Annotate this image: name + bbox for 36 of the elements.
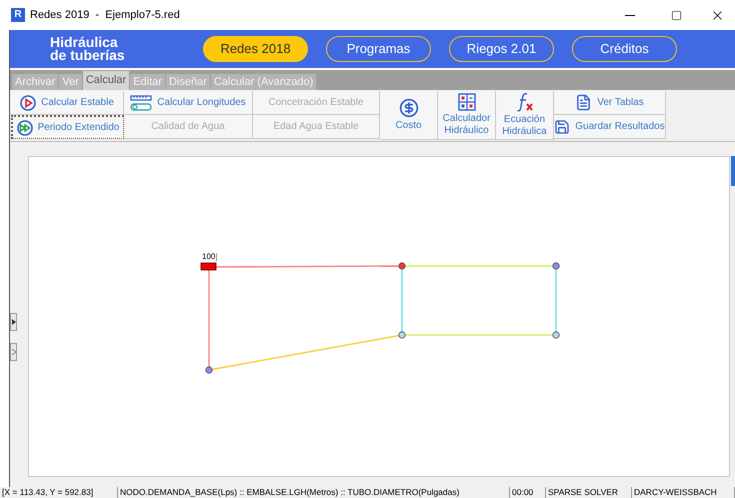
status-field: NODO.DEMANDA_BASE(Lps) :: EMBALSE.LGH(Metros) :: TUBO.DIAMETRO(Pulgadas)	[118, 487, 510, 498]
chevron-right-icon	[12, 319, 16, 325]
calculator-icon	[458, 93, 476, 111]
document-icon	[575, 94, 592, 111]
status-field: SPARSE SOLVER	[546, 487, 632, 498]
nav-button[interactable]: Redes 2018	[203, 36, 308, 62]
save-icon	[554, 118, 570, 134]
chevron-right-icon	[12, 349, 16, 355]
status-field: 00:00	[510, 487, 546, 498]
dollar-icon	[398, 98, 418, 118]
app-logo: R	[11, 8, 25, 22]
ribbon-button[interactable]: Guardar Resultados	[554, 115, 666, 139]
expand-handle[interactable]	[10, 343, 17, 361]
ribbon-button[interactable]: Calcular Longitudes	[124, 91, 253, 115]
maximize-icon	[670, 10, 682, 20]
ribbon-button[interactable]: Ecuación Hidráulica	[496, 91, 554, 140]
nav-button[interactable]: Créditos	[572, 36, 677, 62]
ribbon-tab[interactable]: Calcular	[82, 71, 130, 90]
minimize-icon	[625, 14, 635, 16]
ribbon-button[interactable]: Ver Tablas	[554, 91, 666, 115]
ribbon-button[interactable]: Calcular Estable	[11, 91, 124, 115]
nav-button[interactable]: Riegos 2.01	[449, 36, 554, 62]
ribbon-button[interactable]: Costo	[380, 91, 438, 140]
play-icon	[20, 94, 36, 110]
status-field: [X = 113.43, Y = 592.83]	[0, 487, 118, 498]
node-label: 100	[201, 253, 218, 261]
expand-handle[interactable]	[10, 313, 17, 331]
fast-forward-icon	[16, 120, 33, 136]
nav-button[interactable]: Programas	[326, 36, 431, 62]
ruler-icon	[130, 94, 152, 110]
status-field: DARCY-WEISSBACH	[632, 487, 735, 498]
function-icon	[514, 92, 534, 112]
ribbon-button[interactable]: Periodo Extendido	[11, 115, 124, 139]
window-title: Redes 2019 - Ejemplo7-5.red	[30, 8, 180, 23]
brand-title: Hidráulica de tuberías	[50, 36, 126, 62]
ribbon-button[interactable]: Calculador Hidráulico	[438, 91, 496, 140]
